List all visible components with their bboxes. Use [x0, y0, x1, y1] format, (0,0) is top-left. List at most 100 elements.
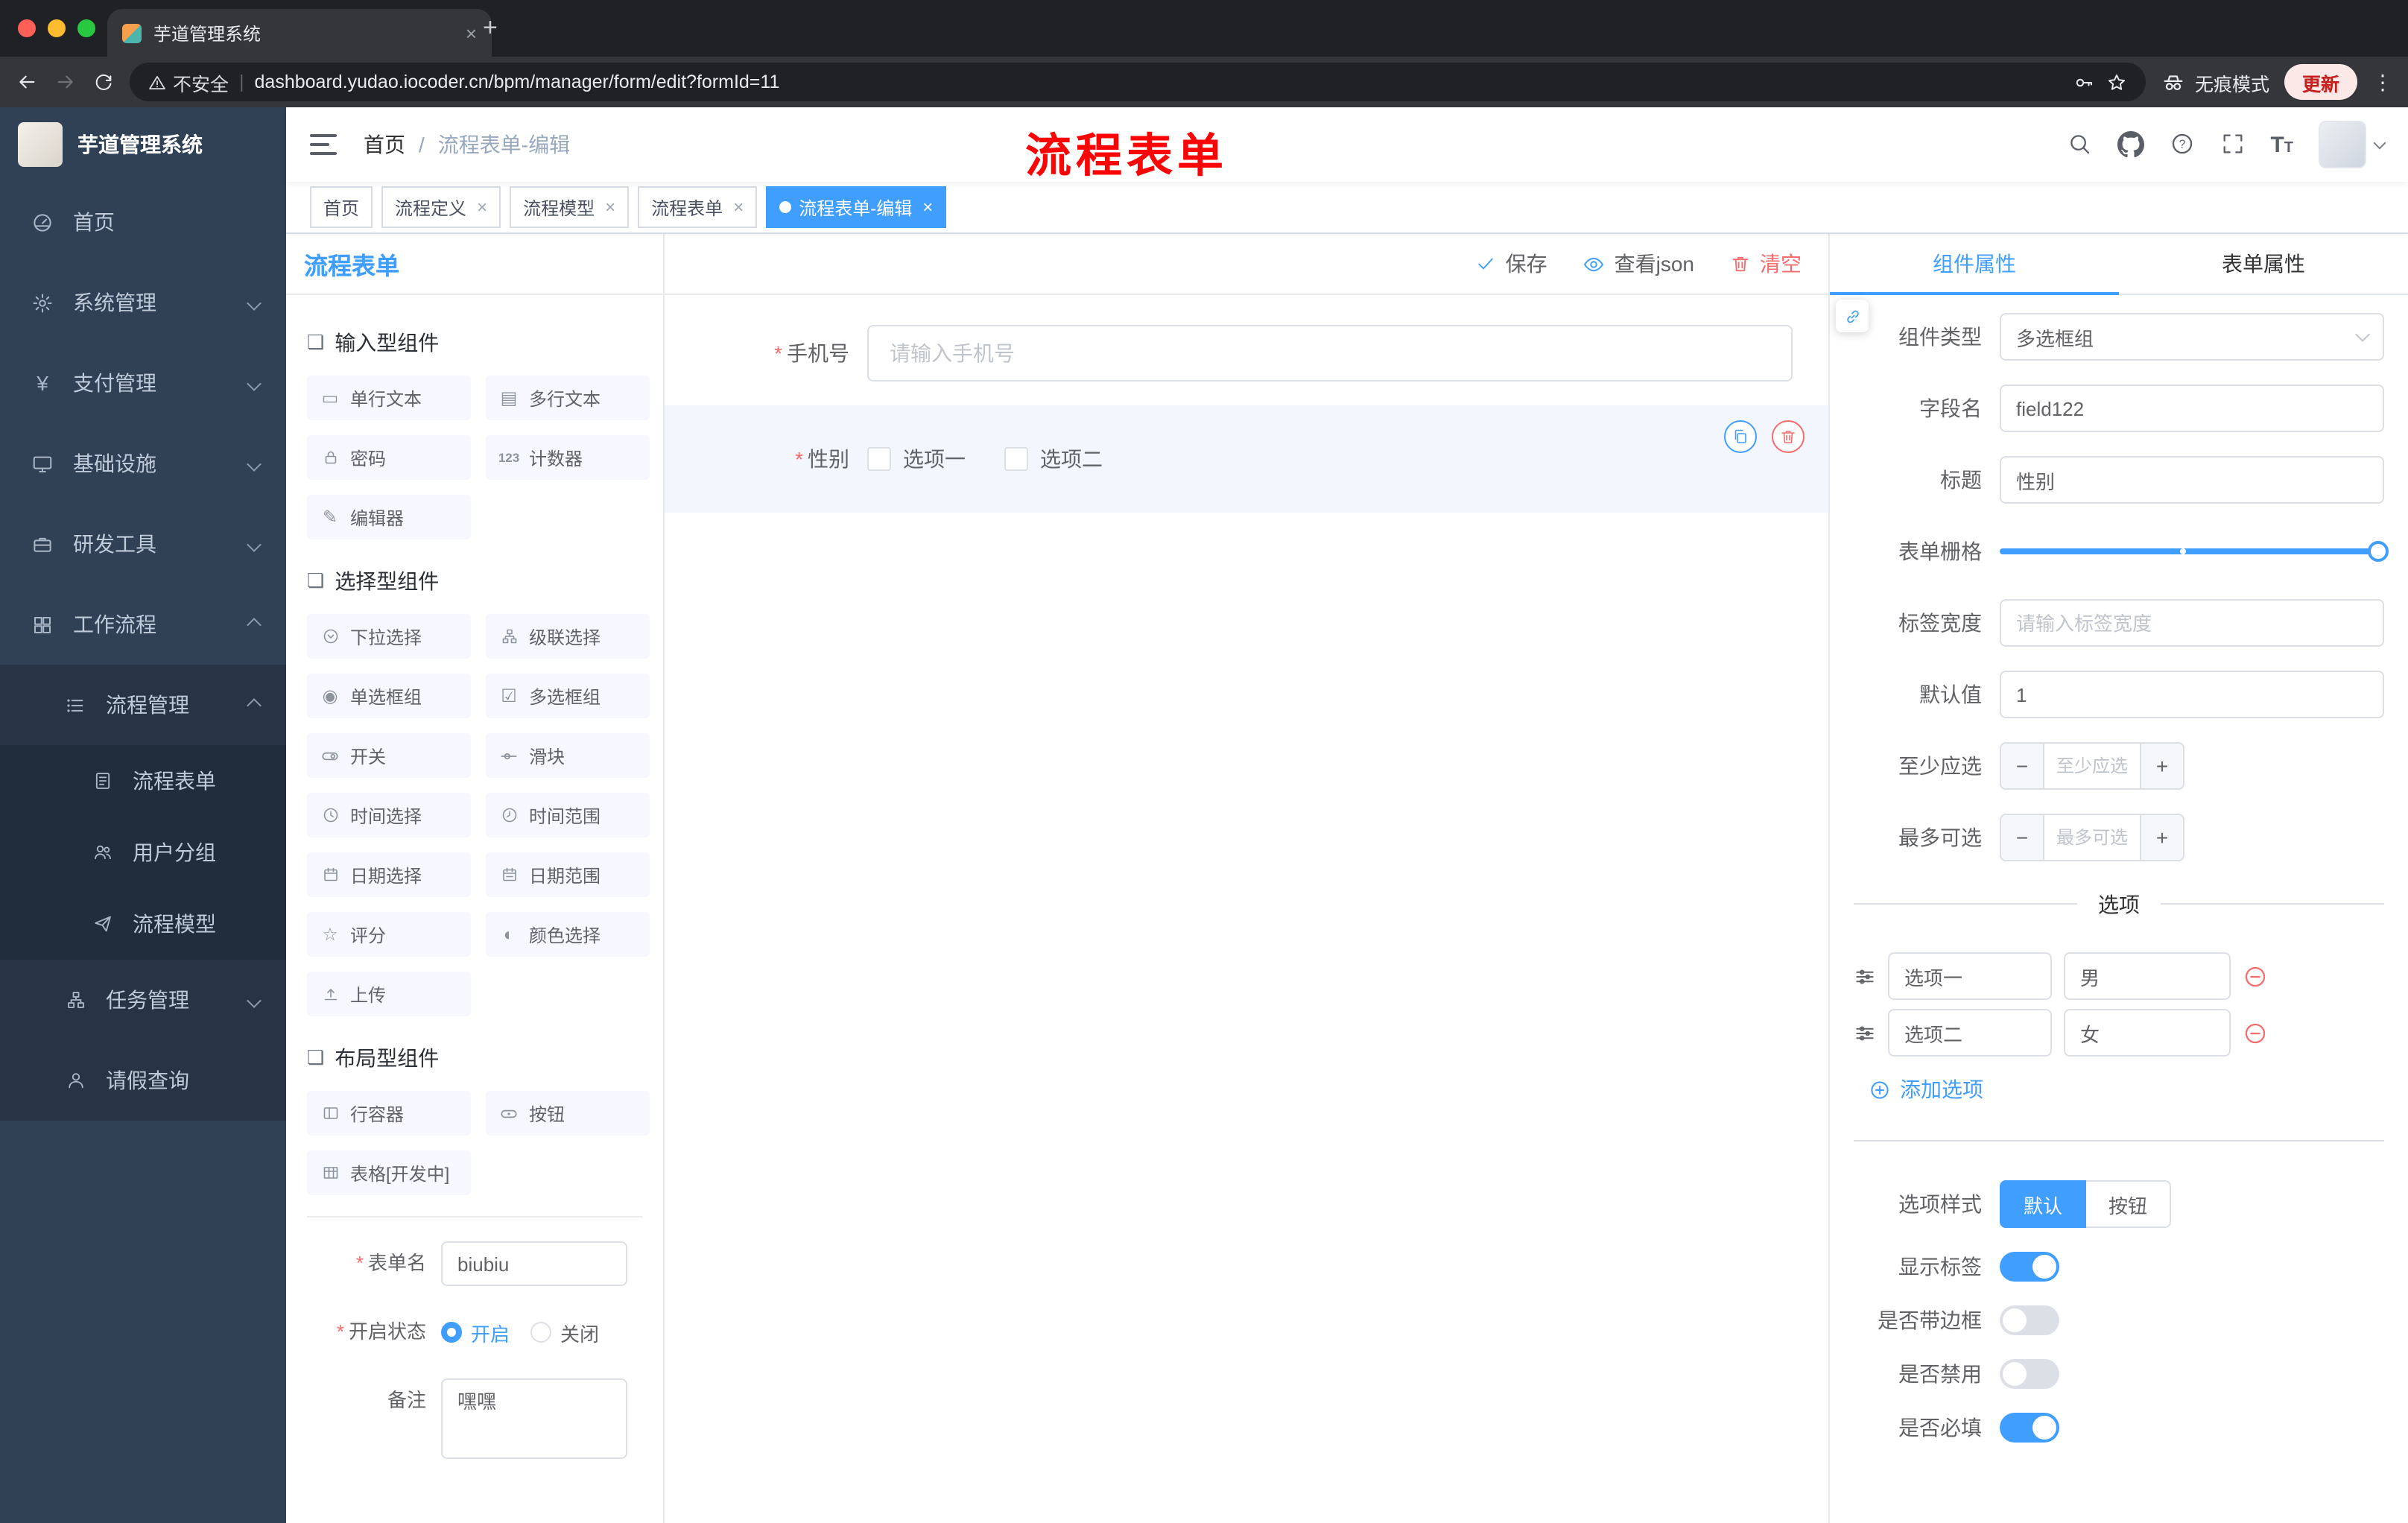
border-switch[interactable]: [2000, 1305, 2059, 1335]
close-icon[interactable]: ×: [477, 197, 487, 218]
palette-item-time-picker[interactable]: 时间选择: [307, 793, 471, 838]
show-label-switch[interactable]: [2000, 1252, 2059, 1282]
github-icon[interactable]: [2117, 130, 2144, 158]
close-icon[interactable]: ×: [922, 197, 933, 218]
tag-process-form-edit[interactable]: 流程表单-编辑 ×: [766, 186, 947, 228]
palette-item-radio-group[interactable]: ◉ 单选框组: [307, 674, 471, 718]
palette-item-time-range[interactable]: 时间范围: [486, 793, 650, 838]
clear-button[interactable]: 清空: [1730, 249, 1802, 279]
plus-button[interactable]: +: [2140, 815, 2183, 860]
tab-close-icon[interactable]: ×: [466, 22, 477, 44]
palette-item-text-input[interactable]: ▭ 单行文本: [307, 376, 471, 420]
sidebar-logo[interactable]: 芋道管理系统: [0, 107, 286, 182]
palette-item-select[interactable]: 下拉选择: [307, 614, 471, 659]
fullscreen-icon[interactable]: [2220, 131, 2245, 158]
form-grid-slider[interactable]: [2000, 528, 2389, 575]
remove-option-icon[interactable]: [2243, 1020, 2268, 1045]
drag-handle-icon[interactable]: [1854, 1022, 1876, 1044]
url-text[interactable]: dashboard.yudao.iocoder.cn/bpm/manager/f…: [255, 72, 2062, 92]
reload-icon[interactable]: [92, 71, 115, 93]
update-button[interactable]: 更新: [2284, 64, 2357, 100]
tag-process-definition[interactable]: 流程定义 ×: [381, 186, 501, 228]
tag-process-form[interactable]: 流程表单 ×: [638, 186, 758, 228]
palette-item-password[interactable]: 密码: [307, 435, 471, 480]
form-name-input[interactable]: [441, 1241, 627, 1286]
sidebar-item-infrastructure[interactable]: 基础设施: [0, 423, 286, 504]
avatar[interactable]: [2319, 121, 2366, 168]
tab-form-properties[interactable]: 表单属性: [2119, 234, 2408, 294]
label-width-input[interactable]: [2000, 599, 2384, 647]
status-off-radio[interactable]: [530, 1322, 552, 1343]
sidebar-item-task-management[interactable]: 任务管理: [0, 960, 286, 1040]
style-default-button[interactable]: 默认: [2000, 1180, 2087, 1228]
palette-item-checkbox-group[interactable]: ☑ 多选框组: [486, 674, 650, 718]
tag-home[interactable]: 首页: [310, 186, 373, 228]
default-value-input[interactable]: [2000, 671, 2384, 718]
browser-menu-icon[interactable]: ⋮: [2372, 69, 2393, 95]
status-on-radio[interactable]: [441, 1322, 462, 1343]
option-label-input[interactable]: [1888, 1009, 2052, 1057]
sidebar-item-user-group[interactable]: 用户分组: [0, 817, 286, 888]
user-menu[interactable]: [2319, 121, 2386, 168]
sidebar-item-devtools[interactable]: 研发工具: [0, 504, 286, 584]
sidebar-item-leave-query[interactable]: 请假查询: [0, 1040, 286, 1121]
sidebar-item-system[interactable]: 系统管理: [0, 262, 286, 343]
gender-field-selected[interactable]: 性别 选项一 选项二: [665, 405, 1828, 513]
browser-tab[interactable]: 芋道管理系统 ×: [107, 9, 492, 57]
min-select-input[interactable]: [2044, 744, 2140, 788]
plus-button[interactable]: +: [2140, 744, 2183, 788]
status-on-label[interactable]: 开启: [471, 1318, 510, 1346]
hamburger-icon[interactable]: [310, 134, 337, 155]
title-input[interactable]: [2000, 456, 2384, 504]
palette-item-cascader[interactable]: 级联选择: [486, 614, 650, 659]
checkbox-option-1[interactable]: [867, 447, 891, 471]
form-remark-textarea[interactable]: 嘿嘿: [441, 1378, 627, 1459]
password-key-icon[interactable]: [2073, 71, 2095, 93]
save-button[interactable]: 保存: [1476, 249, 1547, 279]
sidebar-item-workflow[interactable]: 工作流程: [0, 584, 286, 665]
window-controls[interactable]: [18, 19, 95, 37]
sidebar-item-payment[interactable]: ¥ 支付管理: [0, 343, 286, 423]
palette-item-color-picker[interactable]: ◐ 颜色选择: [486, 912, 650, 957]
palette-item-counter[interactable]: 123 计数器: [486, 435, 650, 480]
palette-item-button[interactable]: 按钮: [486, 1091, 650, 1136]
minimize-window-button[interactable]: [48, 19, 66, 37]
canvas-body[interactable]: 手机号: [665, 295, 1828, 1523]
address-bar[interactable]: 不安全 | dashboard.yudao.iocoder.cn/bpm/man…: [130, 63, 2146, 101]
drag-handle-icon[interactable]: [1854, 965, 1876, 987]
bookmark-star-icon[interactable]: [2106, 71, 2128, 93]
copy-component-button[interactable]: [1724, 420, 1757, 453]
palette-item-upload[interactable]: 上传: [307, 972, 471, 1016]
max-select-input[interactable]: [2044, 815, 2140, 860]
palette-item-switch[interactable]: 开关: [307, 733, 471, 778]
sidebar-item-process-form[interactable]: 流程表单: [0, 745, 286, 817]
slider-track[interactable]: [2000, 541, 2389, 562]
palette-item-table[interactable]: 表格[开发中]: [307, 1150, 471, 1195]
help-icon[interactable]: ?: [2169, 131, 2194, 158]
minus-button[interactable]: −: [2001, 744, 2044, 788]
tag-process-model[interactable]: 流程模型 ×: [510, 186, 630, 228]
add-option-button[interactable]: 添加选项: [1869, 1074, 2384, 1104]
palette-item-slider[interactable]: 滑块: [486, 733, 650, 778]
sidebar-item-home[interactable]: 首页: [0, 182, 286, 262]
delete-component-button[interactable]: [1772, 420, 1805, 453]
field-name-input[interactable]: [2000, 384, 2384, 432]
view-json-button[interactable]: 查看json: [1583, 249, 1694, 279]
forward-icon[interactable]: [54, 70, 77, 94]
close-icon[interactable]: ×: [605, 197, 615, 218]
zoom-window-button[interactable]: [77, 19, 95, 37]
disabled-switch[interactable]: [2000, 1359, 2059, 1389]
security-warning-icon[interactable]: 不安全: [148, 68, 229, 96]
palette-item-date-range[interactable]: 日期范围: [486, 852, 650, 897]
gender-field[interactable]: 性别 选项一 选项二: [700, 444, 1793, 474]
component-type-select[interactable]: 多选框组: [2000, 313, 2384, 361]
sidebar-item-process-model[interactable]: 流程模型: [0, 888, 286, 960]
close-window-button[interactable]: [18, 19, 36, 37]
option-label-input[interactable]: [1888, 952, 2052, 1000]
back-icon[interactable]: [15, 70, 39, 94]
font-size-icon[interactable]: TT: [2270, 132, 2293, 157]
option-value-input[interactable]: [2064, 1009, 2231, 1057]
search-icon[interactable]: [2066, 131, 2091, 158]
close-icon[interactable]: ×: [733, 197, 744, 218]
remove-option-icon[interactable]: [2243, 963, 2268, 989]
